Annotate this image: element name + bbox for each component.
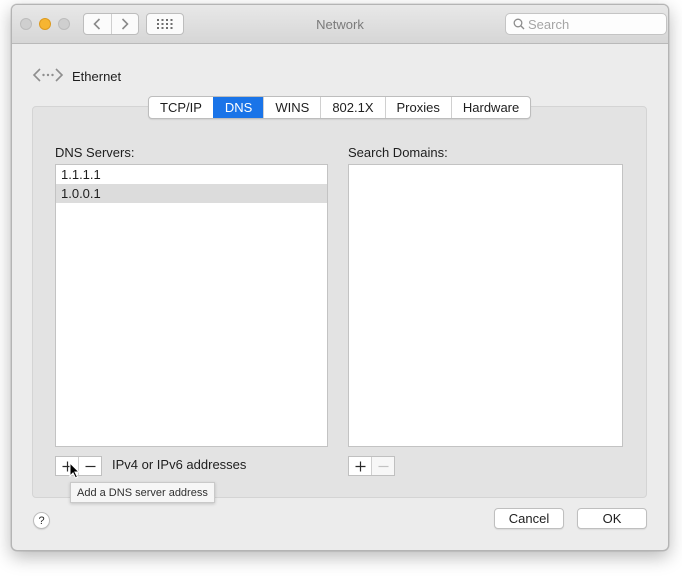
network-preferences-window: Network Ethernet TCP/IP DNS WINS 802.1X … bbox=[11, 4, 669, 551]
search-domain-add-remove bbox=[348, 456, 395, 476]
remove-dns-server-button[interactable] bbox=[78, 457, 101, 475]
tab-bar: TCP/IP DNS WINS 802.1X Proxies Hardware bbox=[148, 96, 532, 119]
dns-server-row[interactable]: 1.0.0.1 bbox=[56, 184, 327, 203]
help-button[interactable]: ? bbox=[33, 512, 50, 529]
add-dns-server-tooltip: Add a DNS server address bbox=[70, 482, 215, 503]
tab-proxies[interactable]: Proxies bbox=[384, 97, 451, 118]
minus-icon bbox=[85, 465, 95, 467]
remove-search-domain-button[interactable] bbox=[371, 457, 394, 475]
tab-hardware[interactable]: Hardware bbox=[450, 97, 530, 118]
ethernet-icon bbox=[32, 68, 64, 82]
cancel-button[interactable]: Cancel bbox=[494, 508, 564, 529]
dns-address-hint: IPv4 or IPv6 addresses bbox=[112, 457, 247, 472]
search-input[interactable] bbox=[528, 15, 662, 33]
search-icon bbox=[513, 18, 525, 30]
search-domains-list[interactable] bbox=[348, 164, 623, 447]
minus-icon bbox=[378, 465, 388, 467]
dns-servers-label: DNS Servers: bbox=[55, 145, 135, 160]
ok-button[interactable]: OK bbox=[577, 508, 647, 529]
tab-dns[interactable]: DNS bbox=[212, 97, 264, 118]
tab-8021x[interactable]: 802.1X bbox=[320, 97, 384, 118]
mouse-pointer-icon bbox=[69, 462, 80, 479]
breadcrumb-ethernet: Ethernet bbox=[72, 69, 122, 84]
dns-servers-list[interactable]: 1.1.1.1 1.0.0.1 bbox=[55, 164, 328, 447]
title-bar: Network bbox=[12, 5, 668, 44]
add-search-domain-button[interactable] bbox=[349, 457, 371, 475]
dns-server-row[interactable]: 1.1.1.1 bbox=[56, 165, 327, 184]
search-field[interactable] bbox=[505, 13, 667, 35]
plus-icon bbox=[355, 461, 365, 471]
tab-wins[interactable]: WINS bbox=[263, 97, 320, 118]
tab-tcpip[interactable]: TCP/IP bbox=[149, 97, 213, 118]
search-domains-label: Search Domains: bbox=[348, 145, 448, 160]
